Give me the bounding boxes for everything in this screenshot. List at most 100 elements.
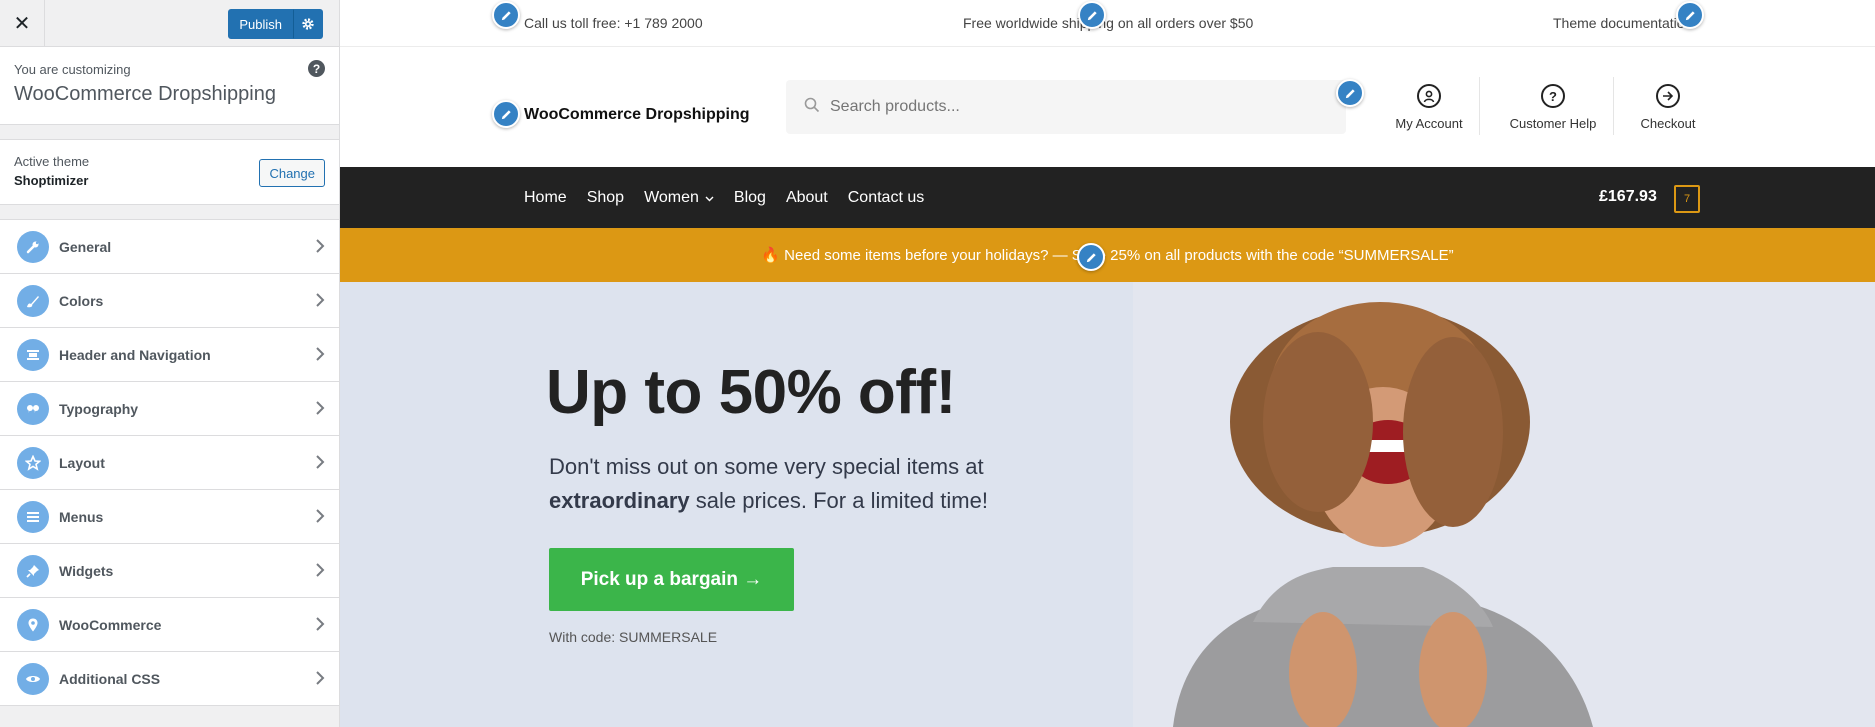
checkout-link[interactable]: Checkout xyxy=(1630,84,1706,131)
wrench-icon xyxy=(17,230,49,263)
section-label: Widgets xyxy=(59,562,114,579)
header-icon xyxy=(17,338,49,371)
section-label: Typography xyxy=(59,400,139,417)
topbar-shipping: Free worldwide shipping on all orders ov… xyxy=(963,15,1254,31)
hero-title: Up to 50% off! xyxy=(546,358,956,427)
edit-shortcut-topbar-center[interactable] xyxy=(1078,1,1106,29)
cart-bag-icon[interactable]: 7 xyxy=(1674,185,1700,213)
section-list: General Colors Header and Navigation Typ… xyxy=(0,219,339,706)
hero-section: Up to 50% off! Don't miss out on some ve… xyxy=(340,282,1875,727)
section-menus[interactable]: Menus xyxy=(0,490,339,544)
nav-menu: Home Shop Women Blog About Contact us xyxy=(524,167,944,228)
my-account-link[interactable]: My Account xyxy=(1384,84,1474,131)
nav-item-shop[interactable]: Shop xyxy=(587,189,624,207)
section-additional-css[interactable]: Additional CSS xyxy=(0,652,339,706)
customizer-sidebar: ✕ Publish You are customizing WooCommerc… xyxy=(0,0,340,727)
bargain-button[interactable]: Pick up a bargain → xyxy=(549,548,794,611)
account-icon xyxy=(1417,84,1441,108)
cart-total[interactable]: £167.93 xyxy=(1599,188,1657,206)
change-theme-button[interactable]: Change xyxy=(259,159,325,187)
section-label: Layout xyxy=(59,454,105,471)
help-icon[interactable]: ? xyxy=(308,60,325,77)
chevron-down-icon xyxy=(705,196,714,201)
top-bar: Call us toll free: +1 789 2000 Free worl… xyxy=(340,0,1875,47)
gear-icon xyxy=(302,18,314,30)
section-label: General xyxy=(59,238,112,255)
publish-group: Publish xyxy=(228,9,323,39)
customizing-info: You are customizing WooCommerce Dropship… xyxy=(0,47,339,125)
chevron-right-icon xyxy=(315,239,325,258)
edit-shortcut-topbar-left[interactable] xyxy=(492,1,520,29)
chevron-right-icon xyxy=(315,293,325,312)
masthead: WooCommerce Dropshipping My Account ? Cu… xyxy=(340,47,1875,167)
eye-icon xyxy=(17,662,49,695)
customizer-app: ✕ Publish You are customizing WooCommerc… xyxy=(0,0,1875,727)
section-label: Colors xyxy=(59,292,104,309)
section-widgets[interactable]: Widgets xyxy=(0,544,339,598)
publish-button[interactable]: Publish xyxy=(228,9,293,39)
edit-shortcut-topbar-right[interactable] xyxy=(1676,1,1704,29)
pencil-icon xyxy=(1685,10,1695,20)
chevron-right-icon xyxy=(315,617,325,636)
hero-code: With code: SUMMERSALE xyxy=(549,629,718,645)
quote-icon xyxy=(17,392,49,425)
edit-shortcut-promo[interactable] xyxy=(1077,243,1105,271)
menu-icon xyxy=(17,500,49,533)
section-woocommerce[interactable]: WooCommerce xyxy=(0,598,339,652)
search-icon xyxy=(804,97,820,118)
edit-shortcut-search[interactable] xyxy=(1336,79,1364,107)
primary-navigation: Home Shop Women Blog About Contact us £1… xyxy=(340,167,1875,228)
chevron-right-icon xyxy=(315,563,325,582)
header-divider xyxy=(1613,77,1614,135)
nav-item-women[interactable]: Women xyxy=(644,189,714,207)
customer-help-label: Customer Help xyxy=(1509,116,1597,131)
hero-text: Don't miss out on some very special item… xyxy=(549,450,1009,518)
pencil-icon xyxy=(1086,252,1096,262)
customizer-header: ✕ Publish xyxy=(0,0,339,47)
chevron-right-icon xyxy=(315,455,325,474)
promo-text: 🔥 Need some items before your holidays? … xyxy=(761,247,1454,264)
topbar-docs-link[interactable]: Theme documentation xyxy=(1553,15,1692,31)
nav-item-blog[interactable]: Blog xyxy=(734,189,766,207)
topbar-call: Call us toll free: +1 789 2000 xyxy=(524,15,703,31)
star-icon xyxy=(17,446,49,479)
nav-item-about[interactable]: About xyxy=(786,189,828,207)
hero-image xyxy=(1133,282,1875,727)
checkout-label: Checkout xyxy=(1640,116,1696,131)
chevron-right-icon xyxy=(315,401,325,420)
pencil-icon xyxy=(1087,10,1097,20)
section-general[interactable]: General xyxy=(0,220,339,274)
hero-text-before: Don't miss out on some very special item… xyxy=(549,454,984,479)
section-colors[interactable]: Colors xyxy=(0,274,339,328)
customizing-label: You are customizing xyxy=(14,62,131,77)
nav-item-contact[interactable]: Contact us xyxy=(848,189,924,207)
section-layout[interactable]: Layout xyxy=(0,436,339,490)
publish-settings-button[interactable] xyxy=(293,9,323,39)
paint-brush-icon xyxy=(17,284,49,317)
customer-help-link[interactable]: ? Customer Help xyxy=(1498,84,1608,131)
pencil-icon xyxy=(501,10,511,20)
section-label: Additional CSS xyxy=(59,670,161,687)
nav-item-women-label: Women xyxy=(644,188,699,206)
active-theme-panel: Active theme Shoptimizer Change xyxy=(0,139,339,205)
section-typography[interactable]: Typography xyxy=(0,382,339,436)
hero-text-bold: extraordinary xyxy=(549,488,690,513)
section-label: Header and Navigation xyxy=(59,346,211,363)
cart-count: 7 xyxy=(1683,193,1691,205)
section-header-navigation[interactable]: Header and Navigation xyxy=(0,328,339,382)
search-input[interactable] xyxy=(830,98,1310,116)
site-logo[interactable]: WooCommerce Dropshipping xyxy=(524,106,750,124)
close-icon: ✕ xyxy=(13,12,31,35)
pencil-icon xyxy=(1345,88,1355,98)
header-divider xyxy=(1479,77,1480,135)
question-icon: ? xyxy=(1541,84,1565,108)
promo-banner: 🔥 Need some items before your holidays? … xyxy=(340,228,1875,282)
site-preview: Call us toll free: +1 789 2000 Free worl… xyxy=(340,0,1875,727)
section-label: WooCommerce xyxy=(59,616,162,633)
search-box[interactable] xyxy=(786,80,1346,134)
location-icon xyxy=(17,608,49,641)
edit-shortcut-logo[interactable] xyxy=(492,100,520,128)
nav-item-home[interactable]: Home xyxy=(524,189,567,207)
close-button[interactable]: ✕ xyxy=(0,0,45,47)
chevron-right-icon xyxy=(315,509,325,528)
